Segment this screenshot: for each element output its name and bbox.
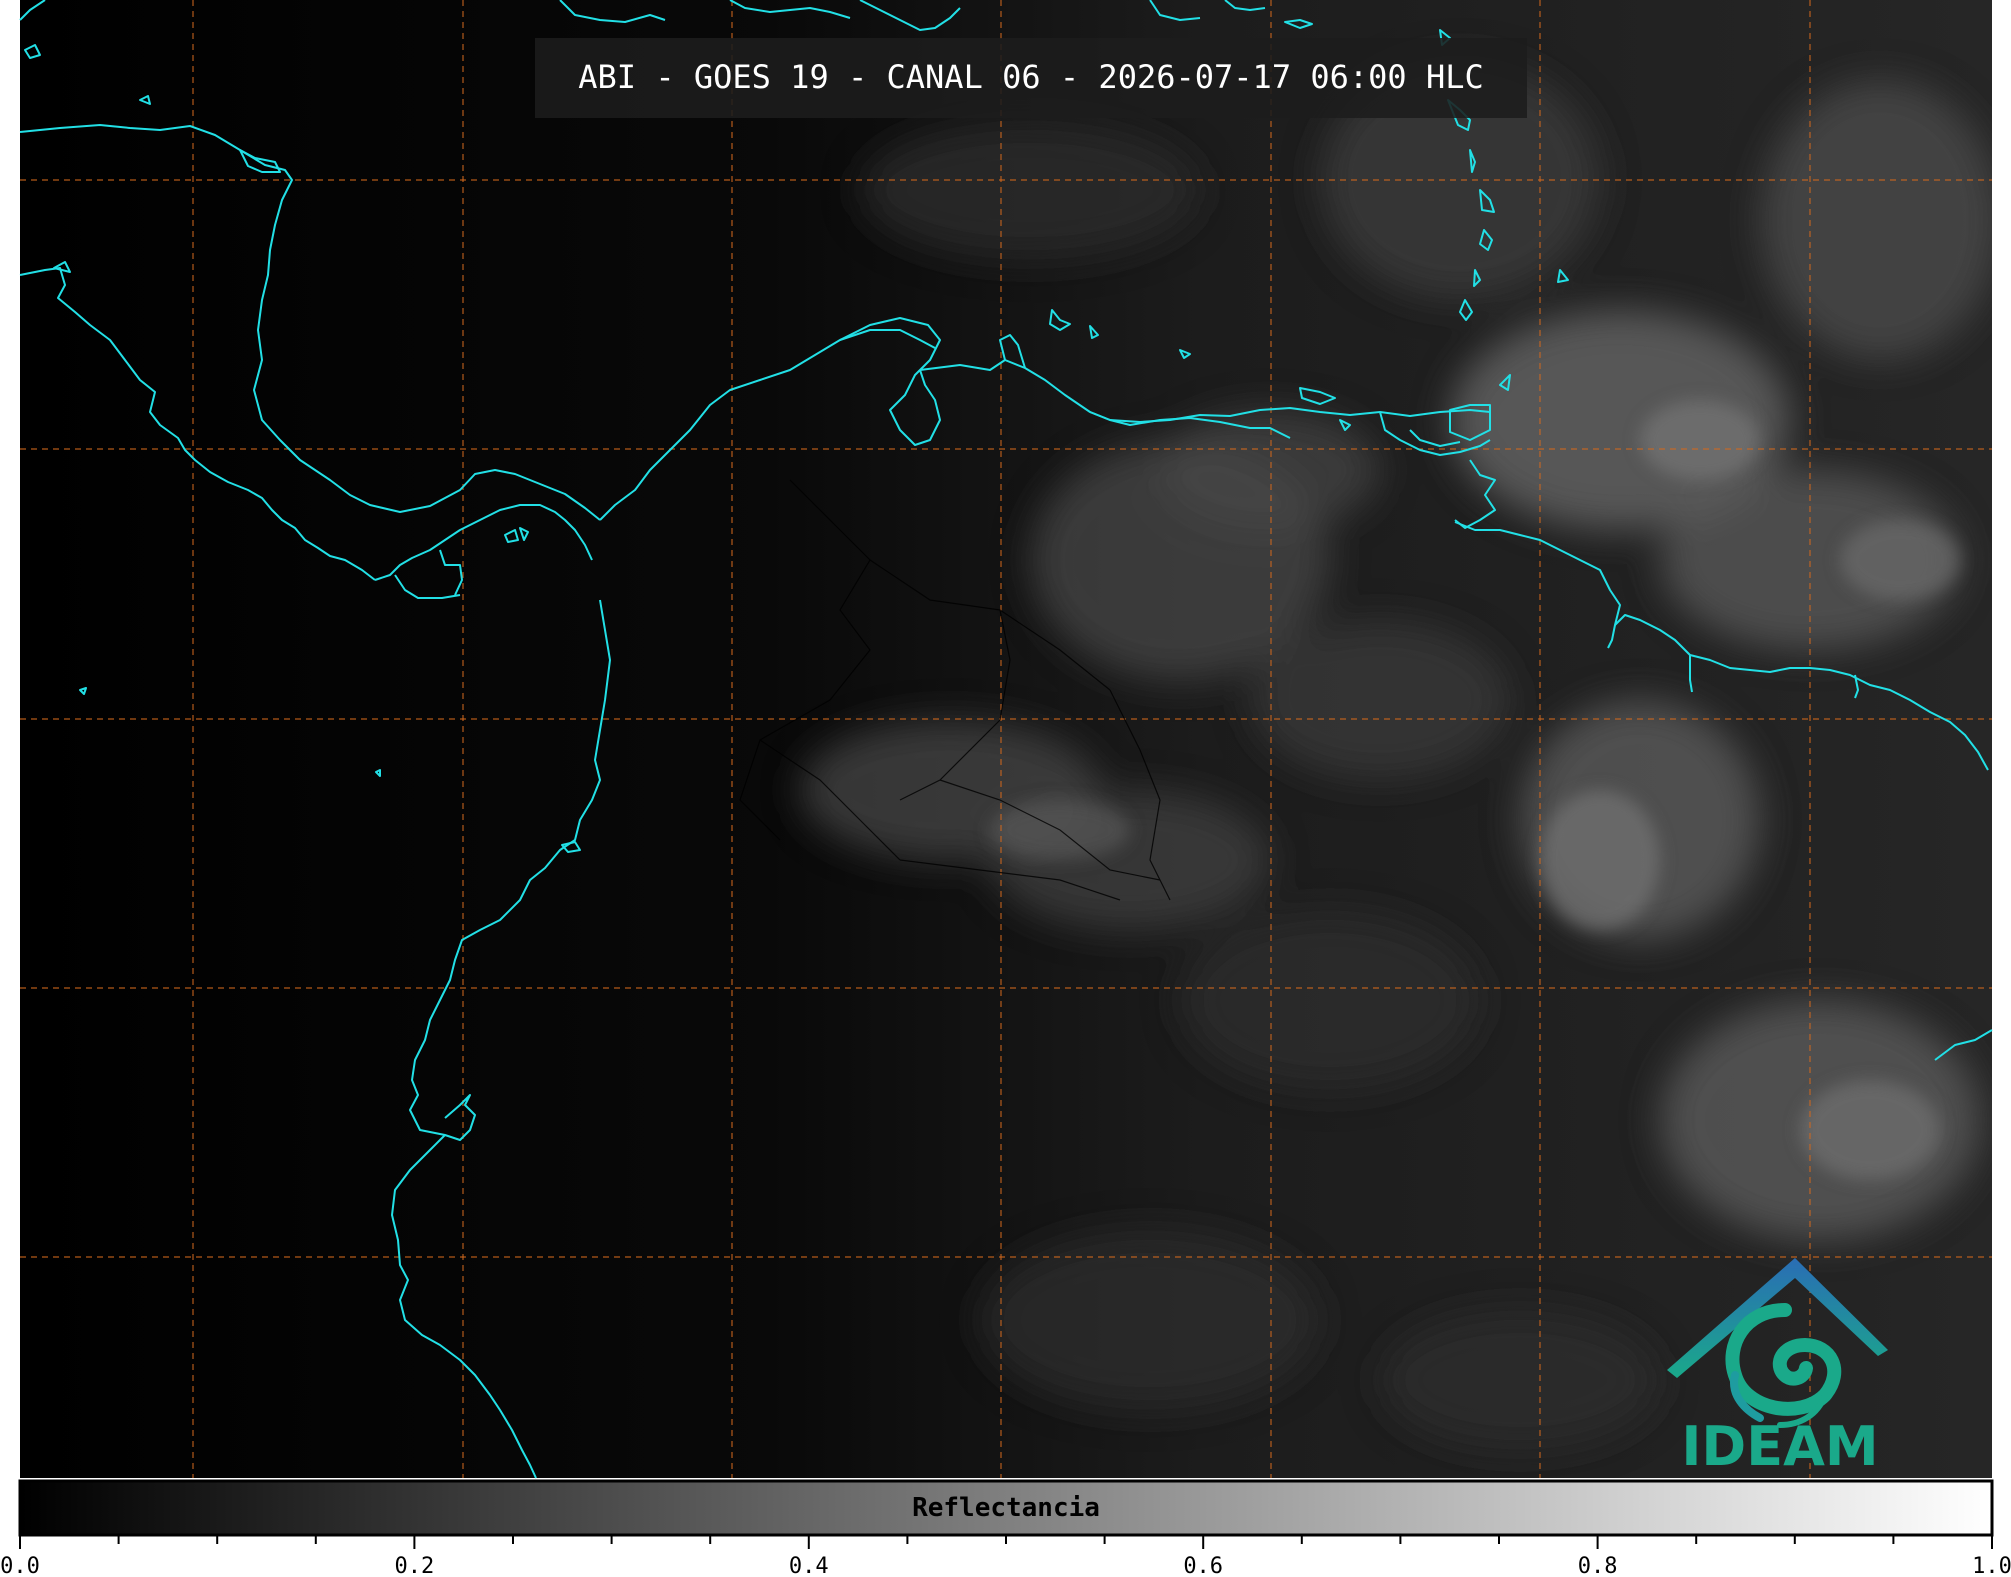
satellite-imagery — [20, 0, 1992, 1478]
colorbar: Reflectancia 0.0 0.2 0.4 0.6 0.8 1.0 — [0, 1479, 2011, 1577]
satellite-map: ABI - GOES 19 - CANAL 06 - 2026-07-17 06… — [0, 0, 2011, 1577]
logo-text: IDEAM — [1681, 1415, 1878, 1478]
colorbar-tick-label: 1.0 — [1972, 1554, 2011, 1577]
title-box: ABI - GOES 19 - CANAL 06 - 2026-07-17 06… — [535, 38, 1527, 118]
colorbar-tick-label: 0.8 — [1578, 1554, 1618, 1577]
colorbar-ticks: 0.0 0.2 0.4 0.6 0.8 1.0 — [0, 1535, 2011, 1577]
colorbar-tick-label: 0.4 — [789, 1554, 829, 1577]
colorbar-tick-label: 0.0 — [0, 1554, 40, 1577]
colorbar-tick-label: 0.2 — [395, 1554, 435, 1577]
map-title: ABI - GOES 19 - CANAL 06 - 2026-07-17 06… — [578, 58, 1483, 96]
colorbar-tick-label: 0.6 — [1183, 1554, 1223, 1577]
colorbar-label: Reflectancia — [912, 1493, 1100, 1523]
